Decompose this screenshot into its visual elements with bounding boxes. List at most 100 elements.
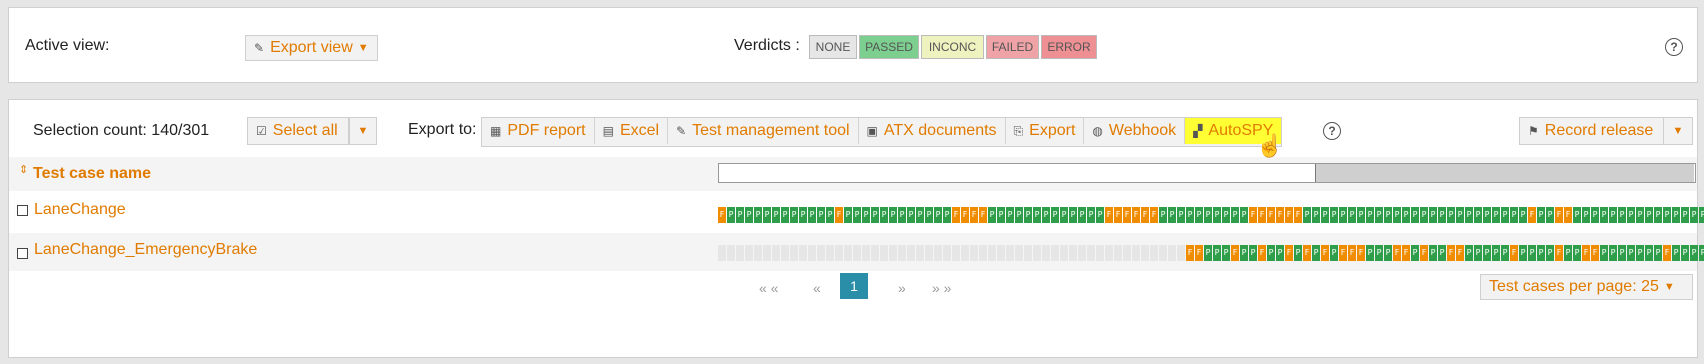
- result-cell-failed[interactable]: F: [1294, 207, 1302, 223]
- result-cell-passed[interactable]: P: [1582, 207, 1590, 223]
- result-cell-failed[interactable]: F: [1564, 207, 1572, 223]
- result-cell-failed[interactable]: F: [1348, 245, 1356, 261]
- result-cell-passed[interactable]: P: [736, 207, 744, 223]
- result-cell-passed[interactable]: P: [934, 207, 942, 223]
- result-cell-failed[interactable]: F: [1339, 245, 1347, 261]
- select-all-button[interactable]: ☑ Select all: [247, 117, 349, 145]
- result-cell-failed[interactable]: F: [1132, 207, 1140, 223]
- result-cell-passed[interactable]: P: [862, 207, 870, 223]
- result-cell-passed[interactable]: P: [1492, 207, 1500, 223]
- result-cell-passed[interactable]: P: [1159, 207, 1167, 223]
- result-cell-passed[interactable]: P: [1645, 245, 1653, 261]
- result-cell-passed[interactable]: P: [1330, 207, 1338, 223]
- result-cell-passed[interactable]: P: [1591, 207, 1599, 223]
- row-checkbox[interactable]: [17, 248, 28, 259]
- result-cell-failed[interactable]: F: [979, 207, 987, 223]
- result-cell-passed[interactable]: P: [1654, 207, 1662, 223]
- result-cell-passed[interactable]: P: [1312, 207, 1320, 223]
- result-cell-passed[interactable]: P: [1465, 245, 1473, 261]
- result-cell-passed[interactable]: P: [1402, 207, 1410, 223]
- result-cell-passed[interactable]: P: [1447, 207, 1455, 223]
- result-cell-passed[interactable]: P: [1384, 207, 1392, 223]
- result-cell-failed[interactable]: F: [1357, 245, 1365, 261]
- result-cell-failed[interactable]: F: [1186, 245, 1194, 261]
- result-cell-passed[interactable]: P: [1249, 245, 1257, 261]
- result-cell-passed[interactable]: P: [1375, 245, 1383, 261]
- help-icon[interactable]: ?: [1665, 38, 1683, 56]
- result-cell-failed[interactable]: F: [1258, 207, 1266, 223]
- result-cell-failed[interactable]: F: [718, 207, 726, 223]
- result-cell-passed[interactable]: P: [1546, 207, 1554, 223]
- result-cell-passed[interactable]: P: [898, 207, 906, 223]
- result-cell-passed[interactable]: P: [1438, 245, 1446, 261]
- result-cell-passed[interactable]: P: [1042, 207, 1050, 223]
- result-cell-passed[interactable]: P: [727, 207, 735, 223]
- select-all-dropdown[interactable]: ▼: [349, 117, 377, 145]
- result-cell-passed[interactable]: P: [1015, 207, 1023, 223]
- result-cell-passed[interactable]: P: [907, 207, 915, 223]
- per-page-dropdown[interactable]: Test cases per page: 25 ▼: [1480, 274, 1693, 300]
- result-cell-passed[interactable]: P: [1366, 207, 1374, 223]
- result-cell-passed[interactable]: P: [1006, 207, 1014, 223]
- result-cell-passed[interactable]: P: [1384, 245, 1392, 261]
- result-cell-passed[interactable]: P: [889, 207, 897, 223]
- result-cell-passed[interactable]: P: [1330, 245, 1338, 261]
- result-cell-passed[interactable]: P: [1213, 245, 1221, 261]
- result-cell-failed[interactable]: F: [1663, 245, 1671, 261]
- sort-icon[interactable]: ⇕: [19, 163, 28, 176]
- timeline-scroll-thumb[interactable]: [1315, 164, 1694, 182]
- result-cell-failed[interactable]: F: [1510, 245, 1518, 261]
- result-cell-passed[interactable]: P: [880, 207, 888, 223]
- pager-prev[interactable]: «: [813, 280, 821, 296]
- result-cell-failed[interactable]: F: [1555, 245, 1563, 261]
- result-cell-failed[interactable]: F: [1528, 207, 1536, 223]
- timeline-scrollbar[interactable]: [718, 163, 1696, 183]
- webhook-button[interactable]: ◍ Webhook: [1084, 118, 1186, 144]
- result-cell-failed[interactable]: F: [1591, 245, 1599, 261]
- pager-current-page[interactable]: 1: [840, 273, 868, 299]
- result-cell-passed[interactable]: P: [1528, 245, 1536, 261]
- result-cell-passed[interactable]: P: [1186, 207, 1194, 223]
- result-cell-passed[interactable]: P: [1204, 245, 1212, 261]
- pdf-report-button[interactable]: ▦ PDF report: [482, 118, 595, 144]
- result-cell-passed[interactable]: P: [1627, 245, 1635, 261]
- result-cell-passed[interactable]: P: [1240, 207, 1248, 223]
- result-cell-passed[interactable]: P: [1456, 207, 1464, 223]
- column-header-test-case-name[interactable]: Test case name: [33, 165, 151, 183]
- result-cell-failed[interactable]: F: [1420, 245, 1428, 261]
- result-cell-passed[interactable]: P: [1636, 245, 1644, 261]
- result-cell-failed[interactable]: F: [1231, 245, 1239, 261]
- verdict-inconc[interactable]: INCONC: [921, 35, 984, 59]
- result-cell-failed[interactable]: F: [1114, 207, 1122, 223]
- excel-button[interactable]: ▤ Excel: [595, 118, 669, 144]
- row-checkbox[interactable]: [17, 205, 28, 216]
- result-cell-passed[interactable]: P: [1393, 207, 1401, 223]
- result-cell-passed[interactable]: P: [1600, 207, 1608, 223]
- result-cell-passed[interactable]: P: [1474, 245, 1482, 261]
- result-cell-passed[interactable]: P: [1564, 245, 1572, 261]
- result-cell-failed[interactable]: F: [1195, 245, 1203, 261]
- result-cell-passed[interactable]: P: [1069, 207, 1077, 223]
- result-cell-passed[interactable]: P: [1231, 207, 1239, 223]
- result-cell-passed[interactable]: P: [916, 207, 924, 223]
- result-cell-passed[interactable]: P: [1546, 245, 1554, 261]
- result-cell-passed[interactable]: P: [1204, 207, 1212, 223]
- result-cell-passed[interactable]: P: [1510, 207, 1518, 223]
- result-cell-passed[interactable]: P: [1222, 245, 1230, 261]
- result-cell-passed[interactable]: P: [1519, 207, 1527, 223]
- verdict-failed[interactable]: FAILED: [986, 35, 1039, 59]
- atx-documents-button[interactable]: ▣ ATX documents: [859, 118, 1006, 144]
- result-cell-passed[interactable]: P: [1636, 207, 1644, 223]
- result-cell-passed[interactable]: P: [1303, 207, 1311, 223]
- result-cell-passed[interactable]: P: [826, 207, 834, 223]
- result-cell-passed[interactable]: P: [1312, 245, 1320, 261]
- result-cell-passed[interactable]: P: [1699, 207, 1704, 223]
- pager-next[interactable]: »: [898, 280, 906, 296]
- result-cell-passed[interactable]: P: [1429, 207, 1437, 223]
- result-cell-passed[interactable]: P: [1699, 245, 1704, 261]
- result-cell-passed[interactable]: P: [1051, 207, 1059, 223]
- verdict-passed[interactable]: PASSED: [859, 35, 919, 59]
- result-cell-passed[interactable]: P: [1519, 245, 1527, 261]
- result-cell-passed[interactable]: P: [1078, 207, 1086, 223]
- result-cell-failed[interactable]: F: [1582, 245, 1590, 261]
